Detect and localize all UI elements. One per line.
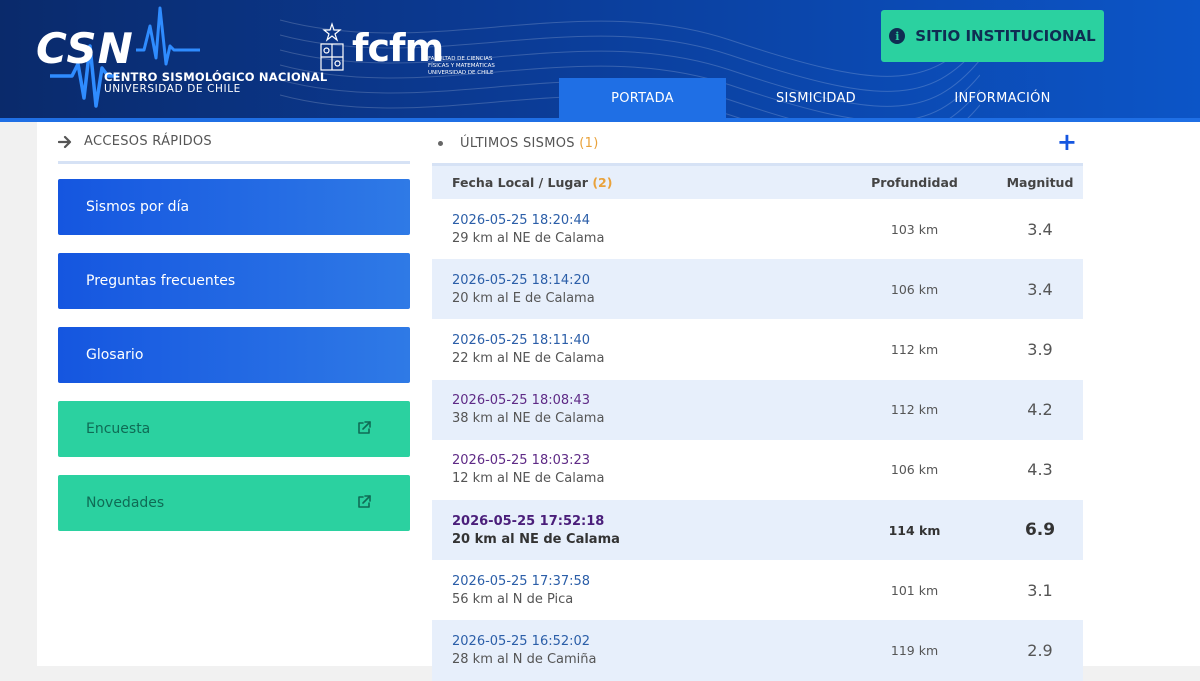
quick-access-header: ACCESOS RÁPIDOS bbox=[58, 122, 410, 164]
fcfm-logo-subtitle: FACULTAD DE CIENCIAS FÍSICAS Y MATEMÁTIC… bbox=[428, 56, 495, 76]
quick-link-encuesta[interactable]: Encuesta bbox=[58, 401, 410, 457]
latest-quakes-header: ÚLTIMOS SISMOS (1) + bbox=[432, 122, 1083, 164]
csn-logo-text: CSN bbox=[36, 24, 134, 73]
quake-depth: 101 km bbox=[890, 582, 939, 598]
quake-place: 38 km al NE de Calama bbox=[452, 411, 605, 427]
quake-date-link[interactable]: 2026-05-25 16:52:02 bbox=[452, 634, 832, 649]
quick-link-glosario[interactable]: Glosario bbox=[58, 327, 410, 383]
quake-magnitude: 4.2 bbox=[1027, 400, 1053, 420]
table-row[interactable]: 2026-05-25 18:20:44 29 km al NE de Calama… bbox=[432, 199, 1083, 259]
university-seal-icon bbox=[320, 22, 344, 71]
quake-place: 22 km al NE de Calama bbox=[452, 350, 605, 366]
table-row[interactable]: 2026-05-25 16:52:02 28 km al N de Camiña … bbox=[432, 620, 1083, 681]
quake-magnitude: 3.1 bbox=[1027, 580, 1053, 600]
quake-date-link[interactable]: 2026-05-25 18:14:20 bbox=[452, 273, 832, 288]
quake-magnitude: 4.3 bbox=[1027, 460, 1053, 480]
quick-link-label: Preguntas frecuentes bbox=[86, 273, 236, 289]
site-header: CSN CENTRO SISMOLÓGICO NACIONAL UNIVERSI… bbox=[0, 0, 1200, 122]
quake-date-link[interactable]: 2026-05-25 18:03:23 bbox=[452, 453, 832, 468]
latest-quakes-count: (1) bbox=[579, 135, 599, 151]
quake-depth: 114 km bbox=[888, 522, 941, 538]
quake-date-link[interactable]: 2026-05-25 17:37:58 bbox=[452, 574, 832, 589]
table-row[interactable]: 2026-05-25 17:37:58 56 km al N de Pica 10… bbox=[432, 560, 1083, 620]
quake-date-link[interactable]: 2026-05-25 17:52:18 bbox=[452, 514, 832, 529]
column-header-count: (2) bbox=[592, 175, 613, 190]
main-nav-tabs: PORTADA SISMICIDAD INFORMACIÓN bbox=[559, 78, 1099, 118]
quake-depth: 106 km bbox=[890, 462, 939, 478]
quake-place: 28 km al N de Camiña bbox=[452, 651, 597, 667]
quake-depth: 103 km bbox=[890, 221, 939, 237]
quick-link-label: Sismos por día bbox=[86, 199, 190, 215]
csn-logo-university: UNIVERSIDAD DE CHILE bbox=[104, 83, 241, 95]
external-link-icon bbox=[358, 421, 371, 434]
quick-link-label: Novedades bbox=[86, 495, 165, 511]
latest-quakes-title: ÚLTIMOS SISMOS (1) bbox=[460, 135, 599, 151]
table-header: Fecha Local / Lugar (2) Profundidad Magn… bbox=[432, 163, 1083, 199]
quick-access-title: ACCESOS RÁPIDOS bbox=[84, 134, 212, 149]
quake-magnitude: 3.4 bbox=[1027, 219, 1053, 239]
quake-magnitude: 6.9 bbox=[1024, 520, 1056, 541]
quake-magnitude: 3.4 bbox=[1027, 279, 1053, 299]
quake-place: 12 km al NE de Calama bbox=[452, 471, 605, 487]
quake-magnitude: 3.9 bbox=[1027, 339, 1053, 359]
quake-place: 20 km al E de Calama bbox=[452, 290, 595, 306]
quake-magnitude: 2.9 bbox=[1027, 640, 1053, 660]
column-header-depth: Profundidad bbox=[871, 175, 958, 190]
quake-date-link[interactable]: 2026-05-25 18:20:44 bbox=[452, 213, 832, 228]
table-row[interactable]: 2026-05-25 18:03:23 12 km al NE de Calama… bbox=[432, 440, 1083, 500]
institutional-site-label: SITIO INSTITUCIONAL bbox=[915, 27, 1096, 45]
quick-link-label: Encuesta bbox=[86, 421, 151, 437]
quakes-table: Fecha Local / Lugar (2) Profundidad Magn… bbox=[432, 163, 1083, 681]
table-row[interactable]: 2026-05-25 18:08:43 38 km al NE de Calama… bbox=[432, 379, 1083, 440]
csn-logo[interactable]: CSN CENTRO SISMOLÓGICO NACIONAL UNIVERSI… bbox=[36, 6, 327, 110]
arrow-right-icon bbox=[58, 135, 72, 148]
quick-link-novedades[interactable]: Novedades bbox=[58, 475, 410, 531]
quick-link-sismos-por-dia[interactable]: Sismos por día bbox=[58, 179, 410, 235]
institutional-site-button[interactable]: i SITIO INSTITUCIONAL bbox=[881, 10, 1104, 62]
quake-depth: 106 km bbox=[890, 281, 939, 297]
info-icon: i bbox=[889, 28, 906, 44]
table-row[interactable]: 2026-05-25 18:11:40 22 km al NE de Calama… bbox=[432, 319, 1083, 379]
table-row-highlighted[interactable]: 2026-05-25 17:52:18 20 km al NE de Calama… bbox=[432, 499, 1083, 561]
quake-depth: 119 km bbox=[890, 642, 939, 658]
tab-informacion[interactable]: INFORMACIÓN bbox=[906, 78, 1099, 118]
quake-depth: 112 km bbox=[890, 341, 939, 357]
table-row[interactable]: 2026-05-25 18:14:20 20 km al E de Calama … bbox=[432, 259, 1083, 320]
quake-date-link[interactable]: 2026-05-25 18:11:40 bbox=[452, 333, 832, 348]
fcfm-logo[interactable]: fcfm FACULTAD DE CIENCIAS FÍSICAS Y MATE… bbox=[318, 22, 498, 82]
quick-link-preguntas-frecuentes[interactable]: Preguntas frecuentes bbox=[58, 253, 410, 309]
tab-portada[interactable]: PORTADA bbox=[559, 78, 726, 118]
csn-logo-name: CENTRO SISMOLÓGICO NACIONAL bbox=[104, 70, 328, 84]
quick-link-label: Glosario bbox=[86, 347, 144, 363]
bullet-icon bbox=[438, 140, 443, 146]
quake-place: 29 km al NE de Calama bbox=[452, 230, 605, 246]
tab-sismicidad[interactable]: SISMICIDAD bbox=[726, 78, 906, 118]
column-header-magnitude: Magnitud bbox=[1006, 175, 1074, 190]
quake-place: 20 km al NE de Calama bbox=[452, 531, 620, 547]
quake-place: 56 km al N de Pica bbox=[452, 591, 574, 607]
column-header-place[interactable]: Fecha Local / Lugar (2) bbox=[432, 175, 832, 190]
external-link-icon bbox=[358, 495, 371, 508]
plus-icon[interactable]: + bbox=[1057, 130, 1077, 154]
quake-depth: 112 km bbox=[890, 402, 939, 418]
quake-date-link[interactable]: 2026-05-25 18:08:43 bbox=[452, 393, 832, 408]
